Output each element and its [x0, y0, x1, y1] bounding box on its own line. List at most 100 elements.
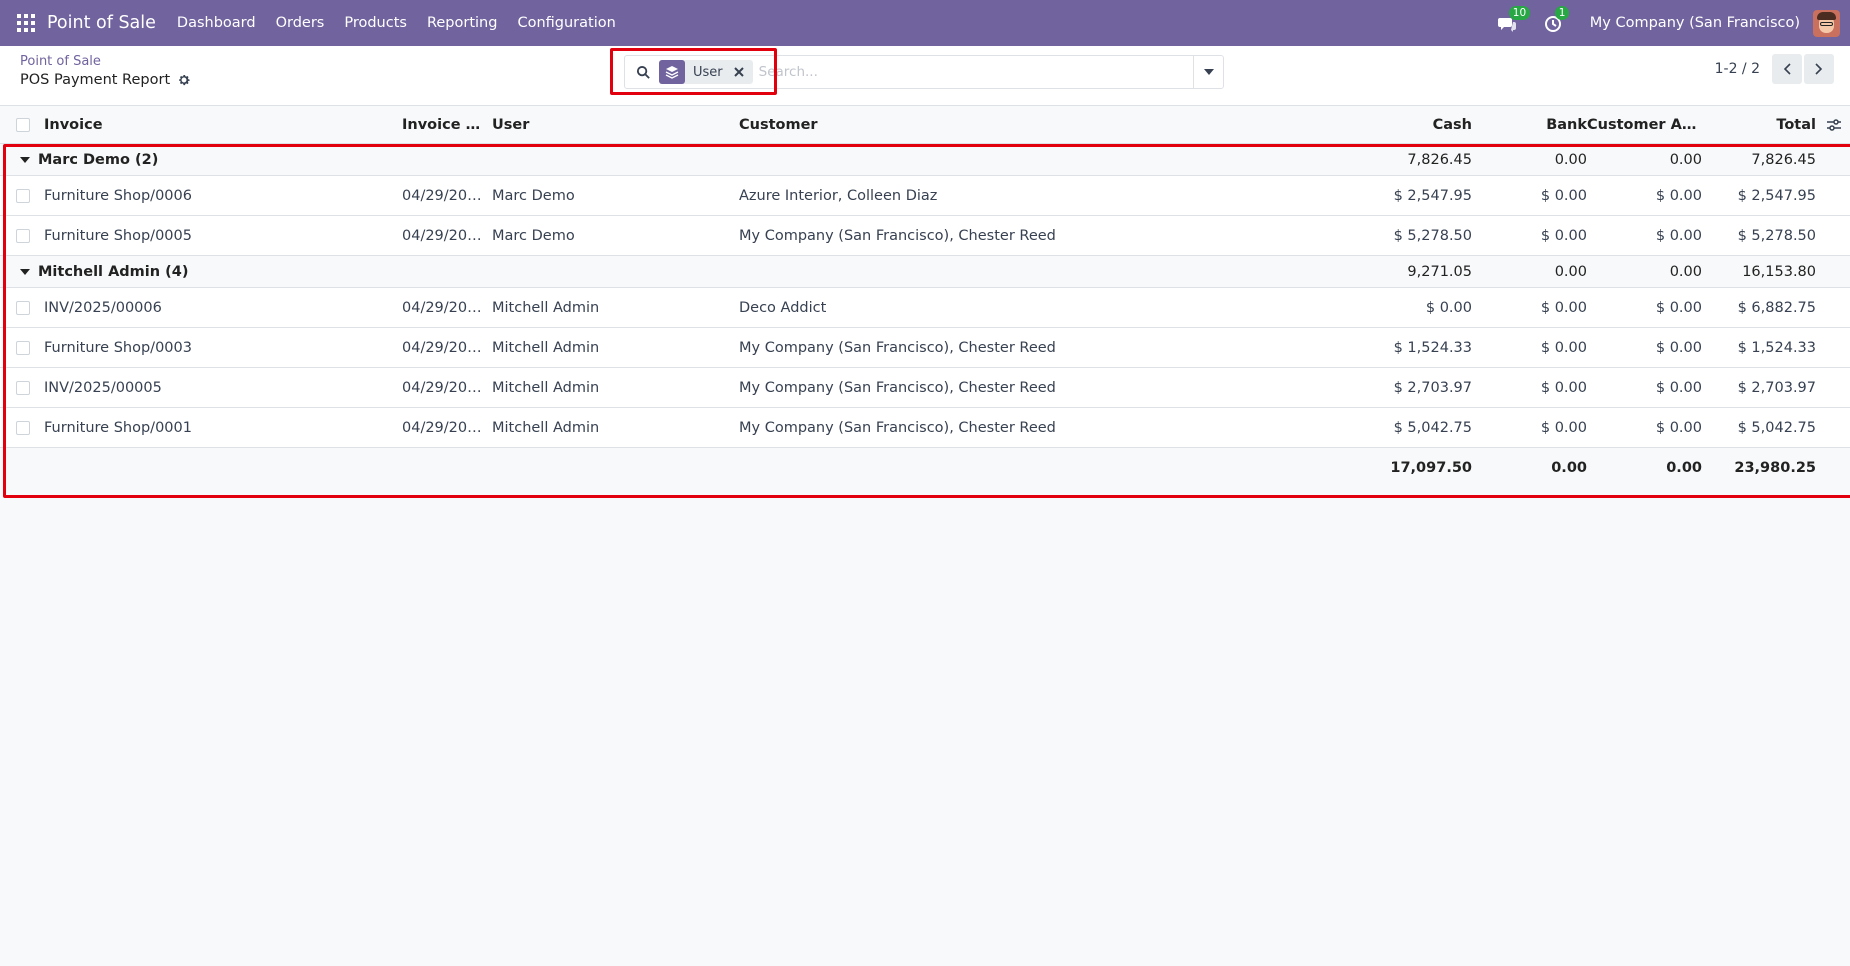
table-row[interactable]: INV/2025/00005 04/29/2025 Mitchell Admin… — [0, 368, 1850, 408]
pager-next-button[interactable] — [1804, 54, 1834, 84]
total-customer-account: 0.00 — [1666, 460, 1702, 476]
cell-total: $ 6,882.75 — [1737, 299, 1816, 316]
cell-invoice: Furniture Shop/0005 — [44, 227, 192, 244]
cell-customer: Azure Interior, Colleen Diaz — [739, 187, 938, 204]
cell-customer-account: $ 0.00 — [1655, 339, 1702, 356]
table-header: Invoice Invoice D... User Customer Cash … — [0, 106, 1850, 144]
cell-bank: $ 0.00 — [1540, 227, 1587, 244]
cell-cash: $ 2,547.95 — [1393, 187, 1472, 204]
cell-user: Marc Demo — [492, 187, 575, 204]
facet-label: User — [693, 64, 723, 80]
close-icon[interactable] — [731, 64, 747, 80]
row-checkbox[interactable] — [16, 340, 30, 355]
activities-button[interactable]: 1 — [1544, 6, 1570, 33]
row-checkbox[interactable] — [16, 380, 30, 395]
breadcrumb[interactable]: Point of Sale — [20, 54, 101, 69]
cell-invoice: Furniture Shop/0001 — [44, 419, 192, 436]
messages-count-badge: 10 — [1508, 6, 1531, 20]
search-options-toggle[interactable] — [1193, 56, 1223, 88]
cell-customer-account: $ 0.00 — [1655, 379, 1702, 396]
cell-invoice: INV/2025/00005 — [44, 379, 162, 396]
header-bank[interactable]: Bank — [1477, 117, 1587, 133]
cell-bank: $ 0.00 — [1540, 339, 1587, 356]
pager: 1-2 / 2 — [1715, 54, 1834, 84]
page-title: POS Payment Report — [20, 72, 171, 88]
cell-total: $ 5,278.50 — [1737, 227, 1816, 244]
cell-total: $ 2,547.95 — [1737, 187, 1816, 204]
cell-bank: $ 0.00 — [1540, 299, 1587, 316]
activities-count-badge: 1 — [1554, 6, 1570, 20]
cell-cash: $ 2,703.97 — [1393, 379, 1472, 396]
caret-down-icon — [1203, 69, 1214, 75]
menu-orders[interactable]: Orders — [276, 15, 325, 31]
cell-user: Mitchell Admin — [492, 419, 600, 436]
cell-total: $ 1,524.33 — [1737, 339, 1816, 356]
total-bank: 0.00 — [1551, 460, 1587, 476]
row-checkbox[interactable] — [16, 188, 30, 203]
row-checkbox[interactable] — [16, 228, 30, 243]
totals-row: 17,097.50 0.00 0.00 23,980.25 — [0, 448, 1850, 488]
group-bank: 0.00 — [1554, 151, 1587, 168]
group-bank: 0.00 — [1554, 263, 1587, 280]
cell-invoice: Furniture Shop/0003 — [44, 339, 192, 356]
select-all-checkbox[interactable] — [16, 117, 30, 132]
header-invoice-date[interactable]: Invoice D... — [402, 117, 482, 133]
cell-user: Mitchell Admin — [492, 299, 600, 316]
cell-total: $ 2,703.97 — [1737, 379, 1816, 396]
pager-previous-button[interactable] — [1772, 54, 1802, 84]
total-cash: 17,097.50 — [1390, 460, 1472, 476]
search-input[interactable] — [758, 57, 1193, 87]
app-name[interactable]: Point of Sale — [47, 13, 156, 33]
table-row[interactable]: Furniture Shop/0006 04/29/2025 Marc Demo… — [0, 176, 1850, 216]
group-total: 16,153.80 — [1742, 263, 1816, 280]
table-row[interactable]: INV/2025/00006 04/29/2025 Mitchell Admin… — [0, 288, 1850, 328]
header-invoice[interactable]: Invoice — [44, 117, 394, 133]
header-cash[interactable]: Cash — [1352, 117, 1472, 133]
pager-value[interactable]: 1-2 / 2 — [1715, 61, 1760, 77]
table-row[interactable]: Furniture Shop/0005 04/29/2025 Marc Demo… — [0, 216, 1850, 256]
row-checkbox[interactable] — [16, 300, 30, 315]
cell-invoice: Furniture Shop/0006 — [44, 187, 192, 204]
user-avatar[interactable] — [1813, 9, 1840, 37]
group-total: 7,826.45 — [1751, 151, 1816, 168]
group-customer-account: 0.00 — [1669, 263, 1702, 280]
cell-cash: $ 5,278.50 — [1393, 227, 1472, 244]
group-row[interactable]: Marc Demo (2) 7,826.45 0.00 0.00 7,826.4… — [0, 144, 1850, 176]
cell-customer-account: $ 0.00 — [1655, 187, 1702, 204]
group-by-facet: User — [659, 60, 753, 84]
messages-button[interactable]: 10 — [1497, 6, 1531, 33]
cell-date: 04/29/2025 — [402, 299, 482, 316]
cell-bank: $ 0.00 — [1540, 379, 1587, 396]
header-total[interactable]: Total — [1706, 117, 1816, 133]
gear-icon[interactable] — [177, 73, 191, 87]
caret-down-icon — [20, 268, 30, 275]
cell-date: 04/29/2025 — [402, 227, 482, 244]
company-switcher[interactable]: My Company (San Francisco) — [1590, 15, 1800, 31]
cell-date: 04/29/2025 — [402, 379, 482, 396]
menu-dashboard[interactable]: Dashboard — [177, 15, 256, 31]
menu-reporting[interactable]: Reporting — [427, 15, 498, 31]
table-row[interactable]: Furniture Shop/0003 04/29/2025 Mitchell … — [0, 328, 1850, 368]
row-checkbox[interactable] — [16, 420, 30, 435]
optional-columns-icon[interactable] — [1826, 117, 1842, 133]
layers-icon — [659, 60, 685, 84]
cell-cash: $ 5,042.75 — [1393, 419, 1472, 436]
table-row[interactable]: Furniture Shop/0001 04/29/2025 Mitchell … — [0, 408, 1850, 448]
cell-cash: $ 1,524.33 — [1393, 339, 1472, 356]
cell-user: Mitchell Admin — [492, 379, 600, 396]
menu-products[interactable]: Products — [344, 15, 407, 31]
header-customer[interactable]: Customer — [739, 117, 1239, 133]
header-customer-account[interactable]: Customer Acc... — [1587, 117, 1702, 133]
group-row[interactable]: Mitchell Admin (4) 9,271.05 0.00 0.00 16… — [0, 256, 1850, 288]
cell-customer-account: $ 0.00 — [1655, 419, 1702, 436]
apps-menu-icon[interactable] — [0, 0, 52, 46]
caret-down-icon — [20, 156, 30, 163]
cell-customer: My Company (San Francisco), Chester Reed — [739, 379, 1056, 396]
group-customer-account: 0.00 — [1669, 151, 1702, 168]
chevron-left-icon — [1783, 63, 1791, 75]
menu-configuration[interactable]: Configuration — [517, 15, 615, 31]
search-icon[interactable] — [636, 65, 651, 80]
cell-date: 04/29/2025 — [402, 187, 482, 204]
header-user[interactable]: User — [492, 117, 732, 133]
payment-report-list: Invoice Invoice D... User Customer Cash … — [0, 106, 1850, 488]
